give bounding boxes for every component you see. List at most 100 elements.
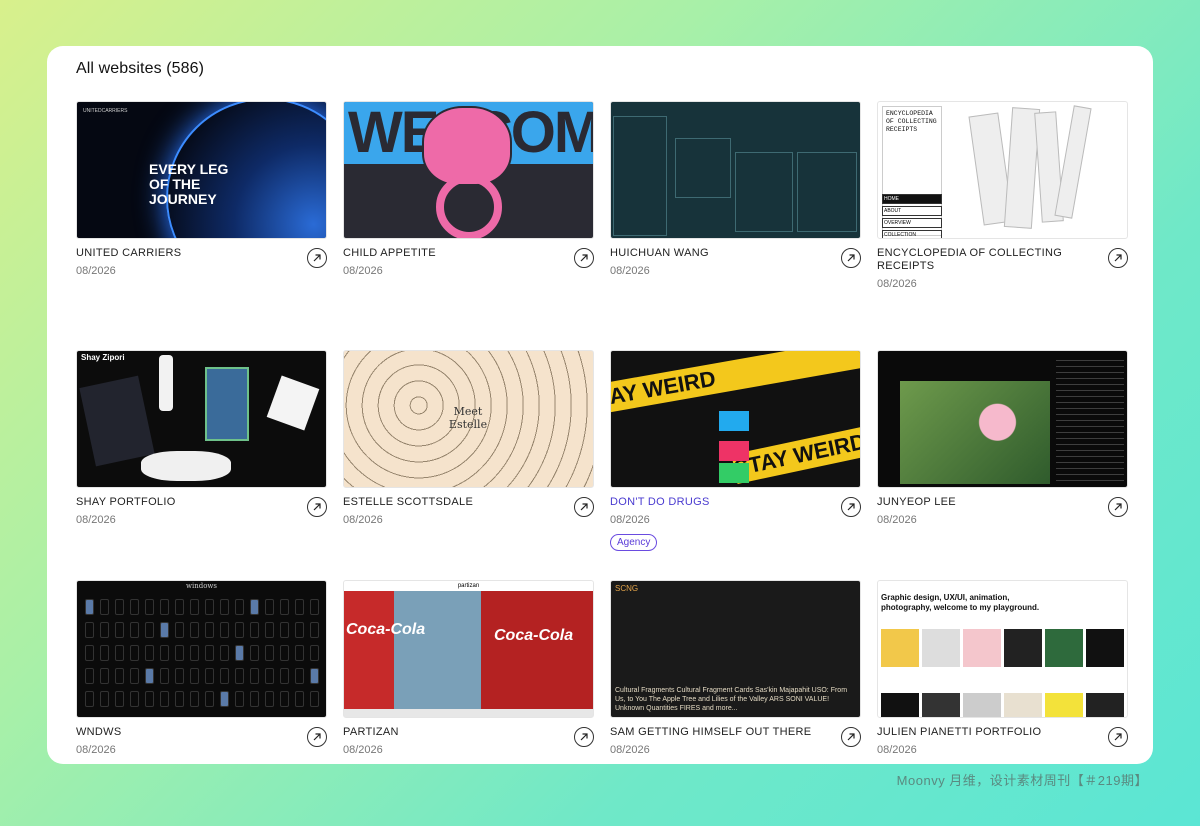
site-card-wndws[interactable]: windows WNDWS 08/2026 [76,580,327,764]
arrow-up-right-icon[interactable] [841,497,861,517]
site-thumbnail[interactable]: ENCYCLOPEDIA OF COLLECTING RECEIPTS HOME… [877,101,1128,239]
thumb-logo: UNITEDCARRIERS [83,108,128,114]
thumb-work [1045,693,1083,717]
site-name[interactable]: DON'T DO DRUGS [610,496,820,509]
window-slot [205,691,214,707]
window-slot [85,645,94,661]
site-thumbnail[interactable]: STAY WEIRD STAY WEIRD [610,350,861,488]
thumb-headline: Meet Estelle [448,405,488,431]
window-slot [115,668,124,684]
site-thumbnail[interactable]: Graphic design, UX/UI, animation, photog… [877,580,1128,718]
thumb-logo: SCNG [615,584,639,593]
site-date: 08/2026 [877,278,917,290]
thumb-logo: partizan [344,581,593,591]
thumb-photo [900,381,1050,484]
window-slot [235,599,244,615]
site-name[interactable]: WNDWS [76,726,286,739]
site-name[interactable]: JUNYEOP LEE [877,496,1087,509]
site-card-united-carriers[interactable]: UNITEDCARRIERS EVERY LEG OF THE JOURNEY … [76,101,327,287]
window-slot [145,622,154,638]
thumb-photo [719,411,749,431]
thumb-work [1004,693,1042,717]
site-name[interactable]: SAM GETTING HIMSELF OUT THERE [610,726,820,739]
arrow-up-right-icon[interactable] [841,248,861,268]
site-name[interactable]: UNITED CARRIERS [76,247,286,260]
site-thumbnail[interactable]: Meet Estelle [343,350,594,488]
site-name[interactable]: ENCYCLOPEDIA OF COLLECTING RECEIPTS [877,247,1087,273]
window-slot [100,599,109,615]
site-card-shay-portfolio[interactable]: Shay Zipori SHAY PORTFOLIO 08/2026 [76,350,327,536]
site-card-huichuan-wang[interactable]: HUICHUAN WANG 08/2026 [610,101,861,287]
arrow-up-right-icon[interactable] [1108,248,1128,268]
site-thumbnail[interactable] [610,101,861,239]
site-thumbnail[interactable]: WELCOME [343,101,594,239]
window-slot [160,668,169,684]
window-slot [205,599,214,615]
thumb-work [881,693,919,717]
site-card-partizan[interactable]: partizan Coca-Cola Coca-Cola PARTIZAN 08… [343,580,594,764]
window-slot [175,691,184,707]
arrow-up-right-icon[interactable] [1108,727,1128,747]
window-slot [175,645,184,661]
site-name[interactable]: ESTELLE SCOTTSDALE [343,496,553,509]
ring-illustration [436,174,502,238]
site-thumbnail[interactable]: Shay Zipori [76,350,327,488]
thumb-headline: EVERY LEG OF THE JOURNEY [149,161,229,207]
window-slot [85,622,94,638]
window-slot [310,645,319,661]
window-slot [235,668,244,684]
site-thumbnail[interactable]: partizan Coca-Cola Coca-Cola [343,580,594,718]
bottle-image [159,355,173,411]
arrow-up-right-icon[interactable] [307,248,327,268]
site-thumbnail[interactable] [877,350,1128,488]
site-thumbnail[interactable]: SCNG Cultural Fragments Cultural Fragmen… [610,580,861,718]
window-slot [175,668,184,684]
window-slot [280,668,289,684]
thumb-card [79,375,155,467]
websites-panel: All websites (586) UNITEDCARRIERS EVERY … [47,46,1153,764]
site-card-sam-getting-himself-out-there[interactable]: SCNG Cultural Fragments Cultural Fragmen… [610,580,861,764]
window-slot [145,668,154,684]
window-slot [190,599,199,615]
arrow-up-right-icon[interactable] [574,727,594,747]
window-slot [205,668,214,684]
window-slot [220,599,229,615]
site-name[interactable]: PARTIZAN [343,726,553,739]
category-tag[interactable]: Agency [610,534,658,551]
window-slot [310,622,319,638]
site-name[interactable]: CHILD APPETITE [343,247,553,260]
arrow-up-right-icon[interactable] [574,248,594,268]
arrow-up-right-icon[interactable] [1108,497,1128,517]
thumb-work [963,629,1001,667]
site-card-child-appetite[interactable]: WELCOME CHILD APPETITE 08/2026 [343,101,594,287]
window-slot [190,691,199,707]
site-card-dont-do-drugs[interactable]: STAY WEIRD STAY WEIRD DON'T DO DRUGS 08/… [610,350,861,551]
site-card-julien-pianetti[interactable]: Graphic design, UX/UI, animation, photog… [877,580,1128,764]
site-name[interactable]: JULIEN PIANETTI PORTFOLIO [877,726,1087,739]
site-name[interactable]: SHAY PORTFOLIO [76,496,286,509]
site-thumbnail[interactable]: windows [76,580,327,718]
arrow-up-right-icon[interactable] [307,727,327,747]
glove-image [141,451,231,481]
site-date: 08/2026 [76,514,116,526]
window-slot [265,691,274,707]
site-date: 08/2026 [76,744,116,756]
arrow-up-right-icon[interactable] [307,497,327,517]
receipt-image [1054,105,1092,219]
site-card-encyclopedia-receipts[interactable]: ENCYCLOPEDIA OF COLLECTING RECEIPTS HOME… [877,101,1128,290]
thumb-photo [719,441,749,461]
arrow-up-right-icon[interactable] [841,727,861,747]
site-card-junyeop-lee[interactable]: JUNYEOP LEE 08/2026 [877,350,1128,536]
window-slot [310,691,319,707]
page-title: All websites (586) [76,60,205,77]
site-thumbnail[interactable]: UNITEDCARRIERS EVERY LEG OF THE JOURNEY [76,101,327,239]
window-slot [295,599,304,615]
site-name[interactable]: HUICHUAN WANG [610,247,820,260]
window-slot [265,622,274,638]
site-card-estelle-scottsdale[interactable]: Meet Estelle ESTELLE SCOTTSDALE 08/2026 [343,350,594,536]
window-slot [100,645,109,661]
arrow-up-right-icon[interactable] [574,497,594,517]
window-slot [145,691,154,707]
thumb-photo: Coca-Cola Coca-Cola [344,591,593,709]
thumb-panel [675,138,731,198]
